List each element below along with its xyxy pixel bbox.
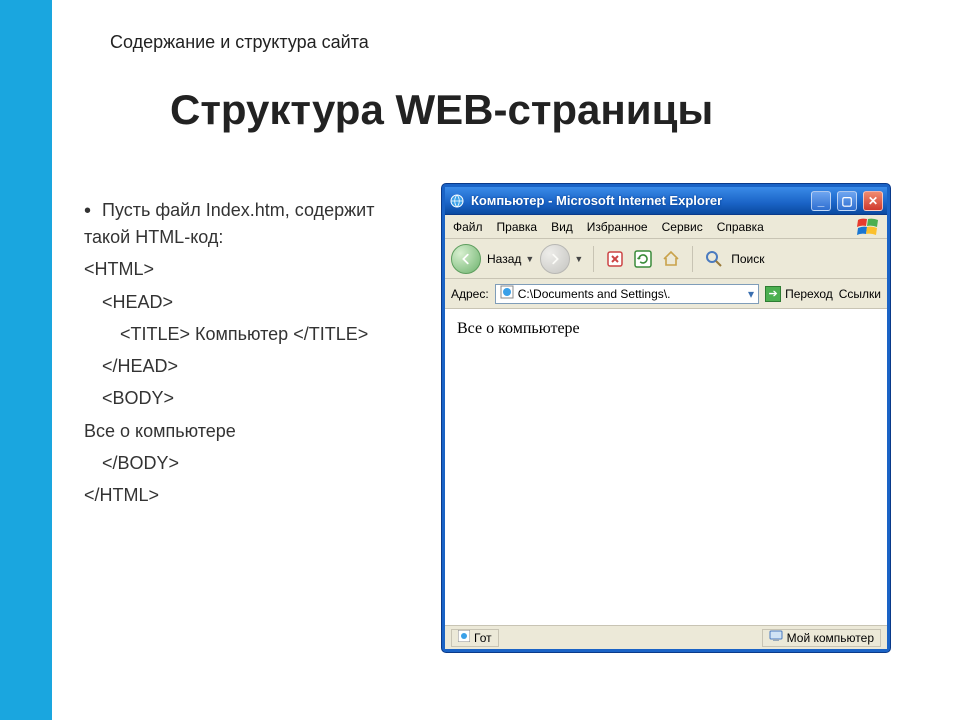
code-line: Все о компьютере — [84, 419, 404, 443]
address-label: Адрес: — [451, 287, 489, 301]
back-label[interactable]: Назад — [487, 252, 521, 266]
code-line: <HEAD> — [84, 290, 404, 314]
refresh-button[interactable] — [632, 248, 654, 270]
address-bar: Адрес: C:\Documents and Settings\. ▾ ➔ П… — [445, 279, 887, 309]
status-left: Гот — [451, 629, 499, 647]
stop-button[interactable] — [604, 248, 626, 270]
ie-icon — [449, 193, 465, 209]
code-line: </HEAD> — [84, 354, 404, 378]
bullet-intro: Пусть файл Index.htm, содержит такой HTM… — [84, 198, 404, 249]
page-title: Структура WEB-страницы — [170, 86, 713, 134]
code-line: </BODY> — [84, 451, 404, 475]
close-button[interactable]: ✕ — [863, 191, 883, 211]
code-line: <TITLE> Компьютер </TITLE> — [84, 322, 404, 346]
page-content: Все о компьютере — [445, 309, 887, 625]
search-icon[interactable] — [703, 248, 725, 270]
toolbar: Назад ▼ ▼ Поиск — [445, 239, 887, 279]
page-body-text: Все о компьютере — [457, 320, 580, 337]
browser-window: Компьютер - Microsoft Internet Explorer … — [442, 184, 890, 652]
home-button[interactable] — [660, 248, 682, 270]
maximize-button[interactable]: ▢ — [837, 191, 857, 211]
toolbar-separator — [692, 246, 693, 272]
go-button[interactable]: ➔ Переход — [765, 284, 833, 304]
page-icon — [500, 285, 514, 302]
status-zone: Мой компьютер — [762, 629, 881, 647]
accent-sidebar — [0, 0, 52, 720]
computer-icon — [769, 630, 783, 645]
code-line: <BODY> — [84, 386, 404, 410]
code-listing: Пусть файл Index.htm, содержит такой HTM… — [84, 190, 404, 516]
code-line: <HTML> — [84, 257, 404, 281]
status-spacer — [507, 629, 754, 647]
forward-dropdown-icon[interactable]: ▼ — [574, 254, 583, 264]
address-value: C:\Documents and Settings\. — [518, 287, 744, 301]
page-icon — [458, 630, 470, 645]
status-bar: Гот Мой компьютер — [445, 625, 887, 649]
windows-flag-icon — [857, 218, 879, 236]
minimize-button[interactable]: _ — [811, 191, 831, 211]
menu-file[interactable]: Файл — [453, 220, 483, 234]
back-dropdown-icon[interactable]: ▼ — [525, 254, 534, 264]
forward-button[interactable] — [540, 244, 570, 274]
toolbar-separator — [593, 246, 594, 272]
address-dropdown-icon[interactable]: ▾ — [748, 287, 754, 301]
menu-favorites[interactable]: Избранное — [587, 220, 648, 234]
menu-tools[interactable]: Сервис — [662, 220, 703, 234]
back-button[interactable] — [451, 244, 481, 274]
go-arrow-icon: ➔ — [765, 286, 781, 302]
breadcrumb: Содержание и структура сайта — [110, 32, 369, 53]
code-line: </HTML> — [84, 483, 404, 507]
links-label[interactable]: Ссылки — [839, 287, 881, 301]
menu-edit[interactable]: Правка — [497, 220, 538, 234]
menu-help[interactable]: Справка — [717, 220, 764, 234]
menu-bar: Файл Правка Вид Избранное Сервис Справка — [445, 215, 887, 239]
search-label[interactable]: Поиск — [731, 252, 764, 266]
go-label: Переход — [785, 287, 833, 301]
window-titlebar[interactable]: Компьютер - Microsoft Internet Explorer … — [445, 187, 887, 215]
menu-view[interactable]: Вид — [551, 220, 573, 234]
address-input[interactable]: C:\Documents and Settings\. ▾ — [495, 284, 759, 304]
window-title: Компьютер - Microsoft Internet Explorer — [471, 193, 805, 208]
